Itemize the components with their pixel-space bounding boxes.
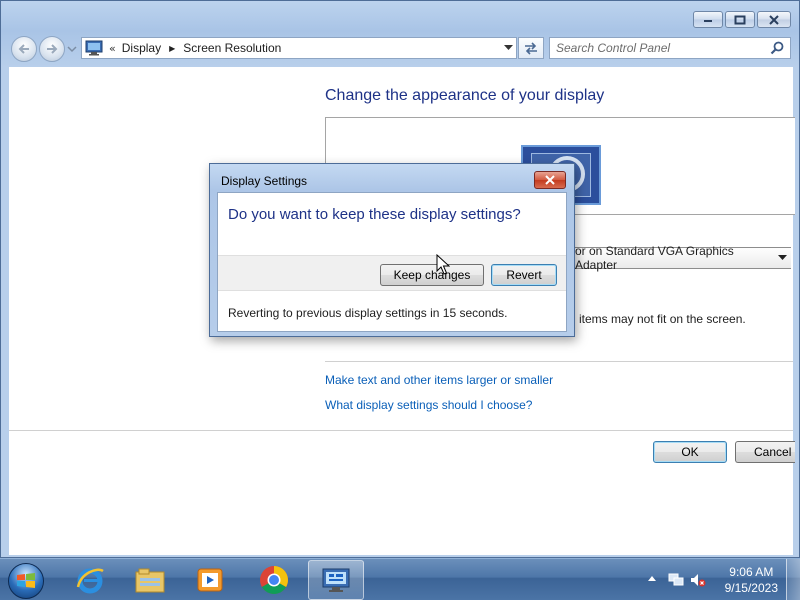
maximize-icon — [734, 15, 746, 24]
display-help-link[interactable]: What display settings should I choose? — [325, 398, 532, 412]
window-caption-buttons — [693, 11, 791, 28]
network-icon[interactable] — [668, 572, 684, 588]
navigation-bar: « Display ▶ Screen Resolution — [1, 33, 800, 63]
clock-time: 9:06 AM — [729, 565, 774, 579]
clock-date: 9/15/2023 — [724, 581, 778, 595]
divider — [9, 430, 793, 431]
refresh-button[interactable] — [518, 37, 544, 59]
back-button[interactable] — [11, 36, 37, 62]
control-panel-icon — [85, 40, 103, 56]
minimize-icon — [704, 19, 712, 22]
back-arrow-icon — [18, 44, 29, 54]
show-desktop-button[interactable] — [786, 559, 800, 600]
taskbar-windows-explorer[interactable] — [122, 560, 178, 600]
revert-button[interactable]: Revert — [491, 264, 557, 286]
taskbar-internet-explorer[interactable] — [62, 560, 118, 600]
divider — [325, 361, 793, 362]
breadcrumb-separator-icon[interactable]: ▶ — [169, 44, 175, 53]
control-panel-icon — [322, 568, 350, 592]
close-button[interactable] — [757, 11, 791, 28]
close-icon — [769, 14, 779, 25]
minimize-button[interactable] — [693, 11, 723, 28]
clock[interactable]: 9:06 AM 9/15/2023 — [725, 564, 778, 596]
show-hidden-icons-icon[interactable] — [648, 575, 656, 583]
breadcrumb-display[interactable]: Display — [122, 41, 161, 55]
search-icon[interactable] — [768, 39, 786, 57]
address-bar[interactable]: « Display ▶ Screen Resolution — [81, 37, 517, 59]
folder-icon — [135, 568, 165, 593]
forward-button[interactable] — [39, 36, 65, 62]
taskbar-chrome[interactable] — [246, 560, 302, 600]
display-settings-dialog: Display Settings Do you want to keep the… — [209, 163, 575, 337]
chevron-down-icon — [778, 255, 787, 260]
dialog-body: Do you want to keep these display settin… — [217, 192, 567, 332]
dialog-button-row: Keep changes Revert — [218, 255, 566, 291]
ok-button[interactable]: OK — [653, 441, 727, 463]
mouse-cursor-icon — [436, 254, 450, 275]
internet-explorer-icon — [76, 568, 104, 594]
windows-logo-icon — [8, 563, 44, 599]
taskbar-control-panel[interactable] — [308, 560, 364, 600]
chevron-down-icon — [503, 45, 513, 50]
text-size-link[interactable]: Make text and other items larger or smal… — [325, 373, 553, 387]
start-button[interactable] — [4, 561, 48, 600]
cancel-button[interactable]: Cancel — [735, 441, 795, 463]
keep-changes-button[interactable]: Keep changes — [380, 264, 484, 286]
page-title: Change the appearance of your display — [325, 87, 605, 104]
resolution-warning-text: items may not fit on the screen. — [579, 312, 746, 326]
dialog-question: Do you want to keep these display settin… — [228, 206, 521, 223]
display-select[interactable]: or on Standard VGA Graphics Adapter — [569, 244, 791, 272]
breadcrumb-screen-resolution[interactable]: Screen Resolution — [183, 41, 281, 55]
media-player-icon — [197, 568, 223, 592]
dialog-close-button[interactable] — [534, 171, 566, 189]
maximize-button[interactable] — [725, 11, 755, 28]
refresh-icon — [525, 42, 537, 55]
recent-pages-dropdown-icon[interactable] — [67, 45, 77, 53]
taskbar-media-player[interactable] — [182, 560, 238, 600]
dialog-title: Display Settings — [221, 174, 308, 188]
revert-countdown-text: Reverting to previous display settings i… — [228, 306, 508, 320]
search-box[interactable] — [549, 37, 791, 59]
breadcrumb-overflow[interactable]: « — [109, 42, 116, 55]
taskbar: 9:06 AM 9/15/2023 — [0, 558, 800, 600]
display-select-value: or on Standard VGA Graphics Adapter — [575, 244, 734, 272]
volume-muted-icon[interactable] — [690, 572, 706, 588]
chrome-icon — [260, 566, 288, 594]
forward-arrow-icon — [47, 44, 58, 54]
address-dropdown-button[interactable] — [500, 38, 516, 58]
close-icon — [545, 175, 555, 185]
search-input[interactable] — [550, 39, 768, 57]
